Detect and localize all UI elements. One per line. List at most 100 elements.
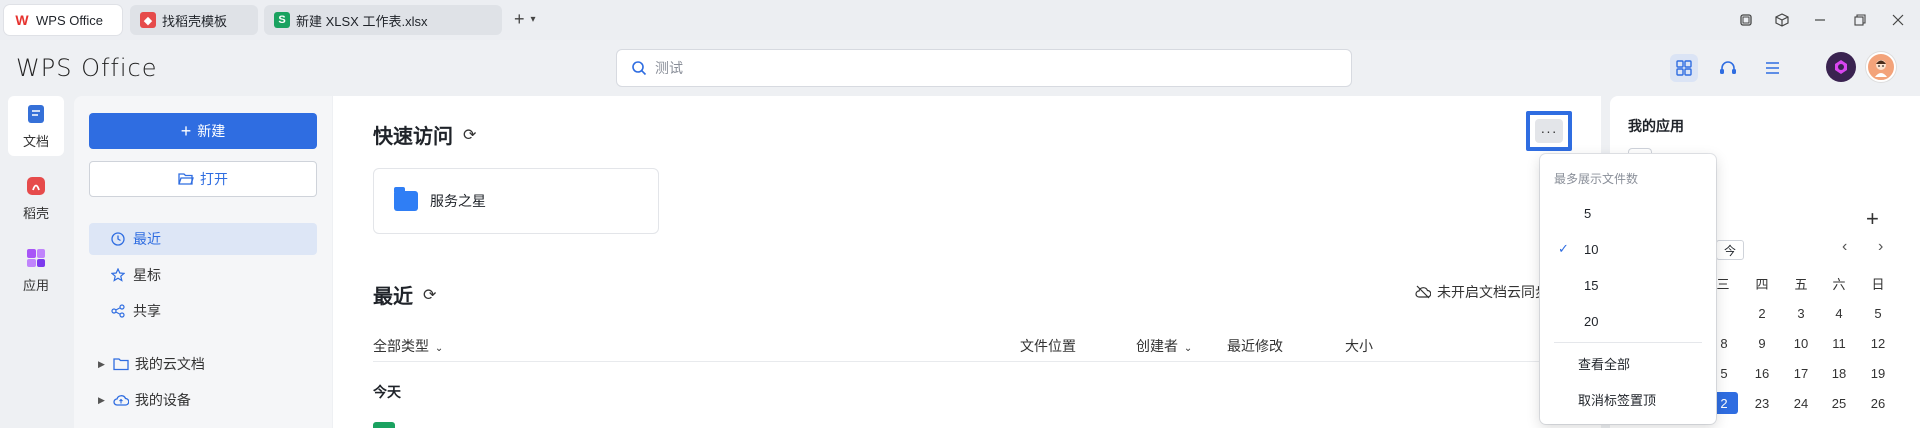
tab-spreadsheet[interactable]: S 新建 XLSX 工作表.xlsx <box>264 5 502 35</box>
chevron-right-icon[interactable]: › <box>1878 238 1883 256</box>
calendar-day[interactable]: 25 <box>1825 392 1853 414</box>
nav-item-starred[interactable]: 星标 <box>89 259 317 291</box>
rail-item-documents[interactable]: 文档 <box>8 96 64 156</box>
plus-icon: + <box>514 9 525 29</box>
today-label: 今 <box>1723 243 1736 258</box>
tab-docer[interactable]: ◆ 找稻壳模板 <box>130 5 258 35</box>
rail-item-docer[interactable]: 稻壳 <box>8 168 64 228</box>
restore-button[interactable] <box>1850 10 1870 30</box>
today-button[interactable]: 今 <box>1716 240 1744 260</box>
grid-view-icon[interactable] <box>1670 54 1698 82</box>
weekday-header: 六 <box>1832 277 1846 292</box>
weekday-header: 日 <box>1871 277 1885 292</box>
tree-item-cloud-docs[interactable]: ▶ 我的云文档 <box>98 352 205 376</box>
avatar[interactable] <box>1866 52 1896 82</box>
calendar-day[interactable]: 17 <box>1787 362 1815 384</box>
nav-label: 共享 <box>133 303 161 319</box>
rail-label: 应用 <box>22 277 49 293</box>
share-icon <box>111 304 125 318</box>
group-label-today: 今天 <box>373 384 401 400</box>
chevron-left-icon[interactable]: ‹ <box>1842 238 1847 256</box>
open-button[interactable]: 打开 <box>89 161 317 197</box>
search-input[interactable]: 测试 <box>616 49 1352 87</box>
menu-icon[interactable] <box>1758 54 1786 82</box>
quick-access-heading: 快速访问 ⟳ <box>373 120 476 149</box>
calendar-day[interactable]: 19 <box>1864 362 1892 384</box>
refresh-icon[interactable]: ⟳ <box>423 285 436 305</box>
calendar-day[interactable]: 24 <box>1787 392 1815 414</box>
quick-access-item-label: 服务之星 <box>430 193 486 209</box>
calendar-day[interactable]: 12 <box>1864 332 1892 354</box>
calendar-day[interactable]: 9 <box>1748 332 1776 354</box>
cube-icon[interactable] <box>1772 10 1792 30</box>
chevron-down-icon: ⌄ <box>1183 343 1193 354</box>
new-button[interactable]: + 新建 <box>89 113 317 149</box>
weekday-header: 三 <box>1716 277 1730 292</box>
cloud-sync-notice[interactable]: 未开启文档云同步 <box>1415 282 1549 302</box>
menu-item-view-all[interactable]: 查看全部 <box>1546 348 1710 378</box>
column-label: 全部类型 <box>373 338 429 354</box>
menu-header: 最多展示文件数 <box>1554 172 1639 186</box>
search-placeholder: 测试 <box>655 60 683 76</box>
rail-item-apps[interactable]: 应用 <box>8 240 64 300</box>
nav-item-shared[interactable]: 共享 <box>89 295 317 327</box>
folder-icon <box>394 187 418 211</box>
close-button[interactable] <box>1888 10 1908 30</box>
new-tab-button[interactable]: + ▾ <box>514 9 536 30</box>
column-modified[interactable]: 最近修改 <box>1227 336 1283 356</box>
header: WPS Office 测试 <box>0 40 1920 96</box>
menu-item-label: 20 <box>1584 313 1599 329</box>
caret-right-icon[interactable]: ▶ <box>98 395 105 406</box>
menu-item-20[interactable]: 20 <box>1546 306 1710 336</box>
tree-item-my-devices[interactable]: ▶ 我的设备 <box>98 388 191 412</box>
quick-access-item[interactable]: 服务之星 <box>373 168 659 234</box>
calendar-day[interactable]: 10 <box>1787 332 1815 354</box>
calendar-day[interactable]: 16 <box>1748 362 1776 384</box>
add-icon[interactable]: + <box>1866 206 1879 232</box>
docer-icon: ◆ <box>140 12 156 28</box>
calendar-day[interactable]: 26 <box>1864 392 1892 414</box>
quick-access-options-menu: 最多展示文件数 5 ✓ 10 15 20 查看全部 取消标签置顶 <box>1540 154 1716 424</box>
calendar-day[interactable]: 3 <box>1787 302 1815 324</box>
menu-item-10[interactable]: ✓ 10 <box>1546 234 1710 264</box>
column-creator-filter[interactable]: 创建者 ⌄ <box>1136 336 1192 356</box>
calendar-day[interactable]: 4 <box>1825 302 1853 324</box>
calendar-day[interactable]: 11 <box>1825 332 1853 354</box>
tab-label: 新建 XLSX 工作表.xlsx <box>296 13 428 29</box>
tab-bar: W WPS Office ◆ 找稻壳模板 S 新建 XLSX 工作表.xlsx … <box>0 0 1920 40</box>
refresh-icon[interactable]: ⟳ <box>463 125 476 145</box>
window-layout-button[interactable] <box>1736 10 1756 30</box>
menu-item-unpin[interactable]: 取消标签置顶 <box>1546 384 1710 414</box>
tree-label: 我的云文档 <box>134 356 205 372</box>
column-size[interactable]: 大小 <box>1345 336 1373 356</box>
tree-label: 我的设备 <box>134 392 191 408</box>
more-options-button[interactable]: ··· <box>1526 111 1572 151</box>
premium-badge-icon[interactable] <box>1826 52 1856 82</box>
caret-right-icon[interactable]: ▶ <box>98 359 105 370</box>
tab-label: 找稻壳模板 <box>162 13 228 29</box>
menu-item-5[interactable]: 5 <box>1546 198 1710 228</box>
headset-icon[interactable] <box>1714 54 1742 82</box>
calendar-day[interactable]: 23 <box>1748 392 1776 414</box>
nav-item-recent[interactable]: 最近 <box>89 223 317 255</box>
column-label: 创建者 <box>1136 338 1178 354</box>
app-logo: WPS Office <box>16 54 158 82</box>
tab-wps-office[interactable]: W WPS Office <box>4 5 122 35</box>
plus-icon: + <box>180 120 192 141</box>
weekday-header: 五 <box>1794 277 1808 292</box>
cloud-sync-text: 未开启文档云同步 <box>1437 284 1549 300</box>
menu-item-15[interactable]: 15 <box>1546 270 1710 300</box>
recent-heading: 最近 ⟳ <box>373 280 436 309</box>
column-type-filter[interactable]: 全部类型 ⌄ <box>373 336 443 356</box>
calendar-day[interactable]: 2 <box>1748 302 1776 324</box>
clock-icon <box>111 232 125 246</box>
menu-item-label: 10 <box>1584 241 1599 257</box>
document-icon <box>28 104 44 123</box>
tab-label: WPS Office <box>36 12 103 28</box>
divider <box>373 361 1569 362</box>
column-location: 文件位置 <box>1020 336 1076 356</box>
menu-item-label: 15 <box>1584 277 1599 293</box>
minimize-button[interactable] <box>1810 10 1830 30</box>
calendar-day[interactable]: 18 <box>1825 362 1853 384</box>
calendar-day[interactable]: 5 <box>1864 302 1892 324</box>
